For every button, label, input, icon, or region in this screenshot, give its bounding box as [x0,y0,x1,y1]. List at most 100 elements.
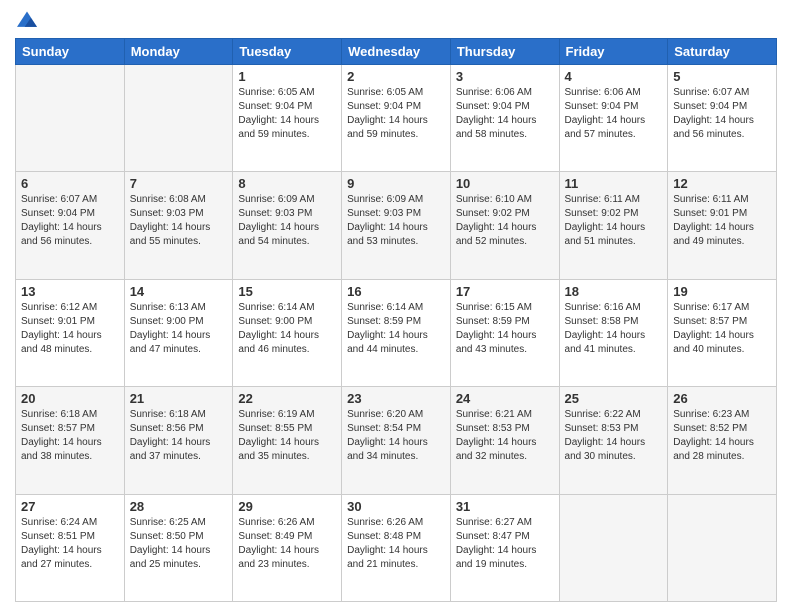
day-number: 20 [21,391,119,406]
calendar-cell [16,65,125,172]
page: SundayMondayTuesdayWednesdayThursdayFrid… [0,0,792,612]
day-info: Sunrise: 6:26 AMSunset: 8:48 PMDaylight:… [347,516,445,572]
day-number: 15 [238,284,336,299]
logo [15,10,43,30]
calendar-cell: 14 Sunrise: 6:13 AMSunset: 9:00 PMDayligh… [124,279,233,386]
day-number: 2 [347,69,445,84]
calendar-cell: 25 Sunrise: 6:22 AMSunset: 8:53 PMDayligh… [559,387,668,494]
calendar-cell: 27 Sunrise: 6:24 AMSunset: 8:51 PMDayligh… [16,494,125,601]
week-row-5: 27 Sunrise: 6:24 AMSunset: 8:51 PMDayligh… [16,494,777,601]
calendar-cell: 28 Sunrise: 6:25 AMSunset: 8:50 PMDayligh… [124,494,233,601]
day-info: Sunrise: 6:11 AMSunset: 9:01 PMDaylight:… [673,193,771,249]
day-info: Sunrise: 6:14 AMSunset: 8:59 PMDaylight:… [347,301,445,357]
day-number: 17 [456,284,554,299]
day-info: Sunrise: 6:18 AMSunset: 8:57 PMDaylight:… [21,408,119,464]
day-number: 29 [238,499,336,514]
calendar-cell: 15Sunrise: 6:14 AMSunset: 9:00 PMDayligh… [233,279,342,386]
day-info: Sunrise: 6:23 AMSunset: 8:52 PMDaylight:… [673,408,771,464]
calendar-cell: 1 Sunrise: 6:05 AMSunset: 9:04 PMDaylight… [233,65,342,172]
weekday-header-row: SundayMondayTuesdayWednesdayThursdayFrid… [16,39,777,65]
calendar-cell: 5 Sunrise: 6:07 AMSunset: 9:04 PMDaylight… [668,65,777,172]
day-info: Sunrise: 6:21 AMSunset: 8:53 PMDaylight:… [456,408,554,464]
day-info: Sunrise: 6:11 AMSunset: 9:02 PMDaylight:… [565,193,663,249]
day-info: Sunrise: 6:26 AMSunset: 8:49 PMDaylight:… [238,516,336,572]
day-info: Sunrise: 6:10 AMSunset: 9:02 PMDaylight:… [456,193,554,249]
day-info: Sunrise: 6:12 AMSunset: 9:01 PMDaylight:… [21,301,119,357]
weekday-monday: Monday [124,39,233,65]
day-info: Sunrise: 6:25 AMSunset: 8:50 PMDaylight:… [130,516,228,572]
day-number: 22 [238,391,336,406]
day-number: 25 [565,391,663,406]
day-info: Sunrise: 6:08 AMSunset: 9:03 PMDaylight:… [130,193,228,249]
week-row-1: 1 Sunrise: 6:05 AMSunset: 9:04 PMDaylight… [16,65,777,172]
calendar-cell: 10 Sunrise: 6:10 AMSunset: 9:02 PMDayligh… [450,172,559,279]
weekday-friday: Friday [559,39,668,65]
day-number: 9 [347,176,445,191]
calendar-cell: 19Sunrise: 6:17 AMSunset: 8:57 PMDayligh… [668,279,777,386]
calendar-cell: 29 Sunrise: 6:26 AMSunset: 8:49 PMDayligh… [233,494,342,601]
week-row-3: 13 Sunrise: 6:12 AMSunset: 9:01 PMDayligh… [16,279,777,386]
day-number: 16 [347,284,445,299]
day-number: 7 [130,176,228,191]
day-info: Sunrise: 6:18 AMSunset: 8:56 PMDaylight:… [130,408,228,464]
day-number: 12 [673,176,771,191]
day-info: Sunrise: 6:06 AMSunset: 9:04 PMDaylight:… [565,86,663,142]
day-number: 8 [238,176,336,191]
day-info: Sunrise: 6:07 AMSunset: 9:04 PMDaylight:… [673,86,771,142]
day-number: 30 [347,499,445,514]
day-info: Sunrise: 6:09 AMSunset: 9:03 PMDaylight:… [238,193,336,249]
header [15,10,777,30]
weekday-tuesday: Tuesday [233,39,342,65]
day-info: Sunrise: 6:05 AMSunset: 9:04 PMDaylight:… [238,86,336,142]
day-info: Sunrise: 6:19 AMSunset: 8:55 PMDaylight:… [238,408,336,464]
calendar-cell: 16 Sunrise: 6:14 AMSunset: 8:59 PMDayligh… [342,279,451,386]
calendar-cell [668,494,777,601]
weekday-saturday: Saturday [668,39,777,65]
day-number: 4 [565,69,663,84]
day-info: Sunrise: 6:13 AMSunset: 9:00 PMDaylight:… [130,301,228,357]
calendar-cell: 3 Sunrise: 6:06 AMSunset: 9:04 PMDaylight… [450,65,559,172]
calendar-cell: 31 Sunrise: 6:27 AMSunset: 8:47 PMDayligh… [450,494,559,601]
day-info: Sunrise: 6:17 AMSunset: 8:57 PMDaylight:… [673,301,771,357]
weekday-sunday: Sunday [16,39,125,65]
day-info: Sunrise: 6:07 AMSunset: 9:04 PMDaylight:… [21,193,119,249]
day-number: 31 [456,499,554,514]
calendar-cell: 9Sunrise: 6:09 AMSunset: 9:03 PMDaylight… [342,172,451,279]
calendar-cell [559,494,668,601]
day-number: 1 [238,69,336,84]
day-number: 24 [456,391,554,406]
day-number: 28 [130,499,228,514]
day-number: 3 [456,69,554,84]
calendar-cell: 26 Sunrise: 6:23 AMSunset: 8:52 PMDayligh… [668,387,777,494]
calendar-cell: 22 Sunrise: 6:19 AMSunset: 8:55 PMDayligh… [233,387,342,494]
day-info: Sunrise: 6:06 AMSunset: 9:04 PMDaylight:… [456,86,554,142]
calendar-cell: 17 Sunrise: 6:15 AMSunset: 8:59 PMDayligh… [450,279,559,386]
day-number: 13 [21,284,119,299]
calendar-cell: 7 Sunrise: 6:08 AMSunset: 9:03 PMDaylight… [124,172,233,279]
day-number: 18 [565,284,663,299]
day-number: 27 [21,499,119,514]
day-info: Sunrise: 6:15 AMSunset: 8:59 PMDaylight:… [456,301,554,357]
calendar-cell [124,65,233,172]
calendar-cell: 13 Sunrise: 6:12 AMSunset: 9:01 PMDayligh… [16,279,125,386]
logo-icon [15,10,39,30]
day-info: Sunrise: 6:22 AMSunset: 8:53 PMDaylight:… [565,408,663,464]
calendar-table: SundayMondayTuesdayWednesdayThursdayFrid… [15,38,777,602]
day-number: 14 [130,284,228,299]
calendar-cell: 30 Sunrise: 6:26 AMSunset: 8:48 PMDayligh… [342,494,451,601]
weekday-wednesday: Wednesday [342,39,451,65]
calendar-cell: 2Sunrise: 6:05 AMSunset: 9:04 PMDaylight… [342,65,451,172]
calendar-cell: 18 Sunrise: 6:16 AMSunset: 8:58 PMDayligh… [559,279,668,386]
calendar-cell: 20 Sunrise: 6:18 AMSunset: 8:57 PMDayligh… [16,387,125,494]
day-number: 5 [673,69,771,84]
day-info: Sunrise: 6:27 AMSunset: 8:47 PMDaylight:… [456,516,554,572]
calendar-cell: 12 Sunrise: 6:11 AMSunset: 9:01 PMDayligh… [668,172,777,279]
week-row-4: 20 Sunrise: 6:18 AMSunset: 8:57 PMDayligh… [16,387,777,494]
day-info: Sunrise: 6:16 AMSunset: 8:58 PMDaylight:… [565,301,663,357]
calendar-cell: 23Sunrise: 6:20 AMSunset: 8:54 PMDayligh… [342,387,451,494]
day-number: 10 [456,176,554,191]
week-row-2: 6Sunrise: 6:07 AMSunset: 9:04 PMDaylight… [16,172,777,279]
calendar-cell: 11Sunrise: 6:11 AMSunset: 9:02 PMDayligh… [559,172,668,279]
day-number: 26 [673,391,771,406]
day-info: Sunrise: 6:24 AMSunset: 8:51 PMDaylight:… [21,516,119,572]
